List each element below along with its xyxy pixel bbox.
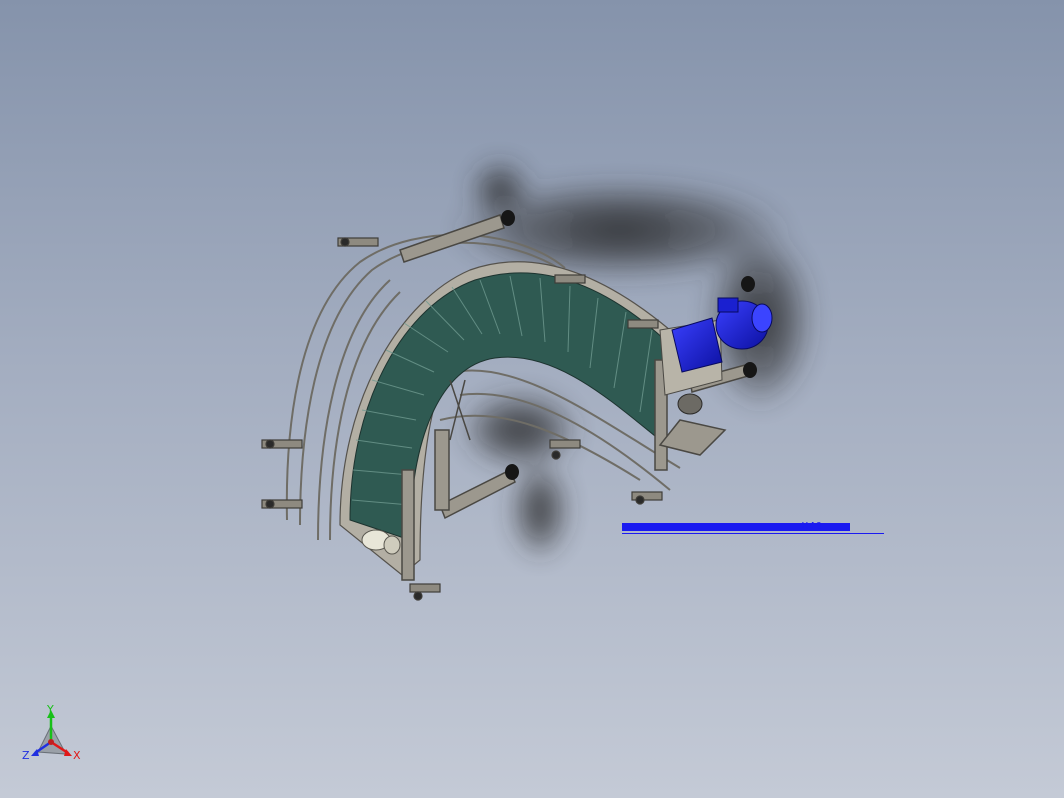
annotation-underline <box>622 533 884 534</box>
conveyor-3d-model[interactable] <box>0 0 1064 798</box>
reference-triad[interactable]: Y X Z <box>18 704 84 770</box>
triad-y-label: Y <box>47 703 54 716</box>
triad-z-label: Z <box>22 749 30 762</box>
annotation-text: ..X40 <box>794 521 823 532</box>
annotation-leader[interactable]: ..X40 <box>622 521 884 536</box>
graphics-viewport[interactable]: ..X40 Y X Z <box>0 0 1064 798</box>
triad-x-label: X <box>73 749 81 762</box>
